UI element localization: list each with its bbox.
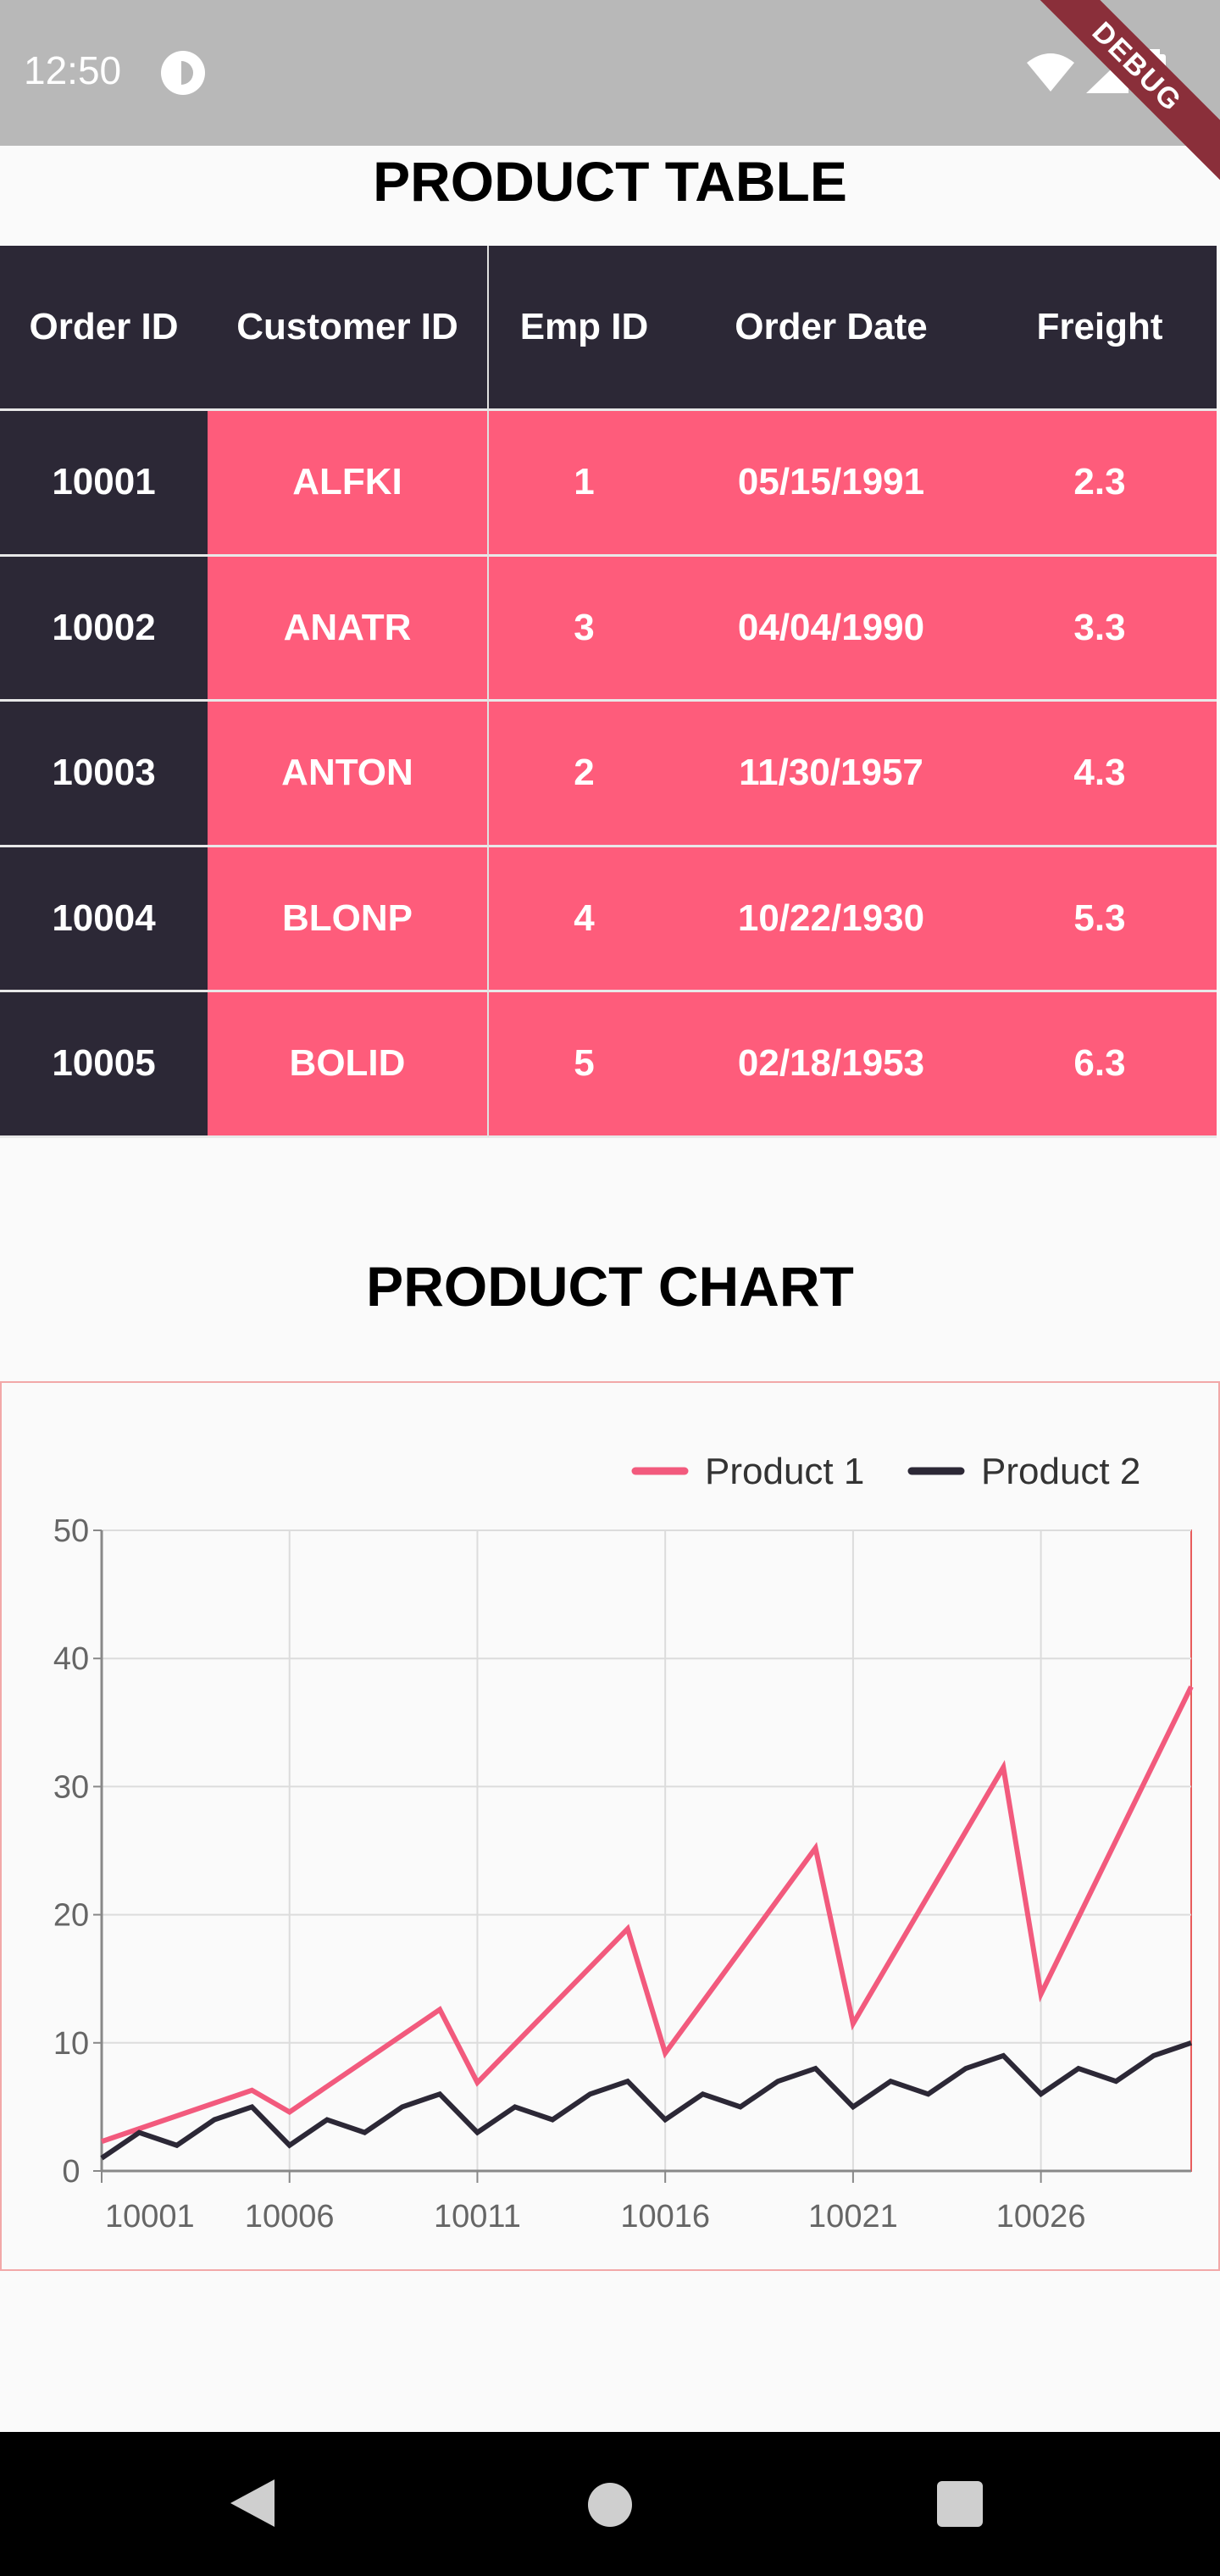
cell-order-date[interactable]: 02/18/1953: [679, 992, 983, 1138]
table-row[interactable]: 10003 ANTON 2 11/30/1957 4.3: [0, 702, 1217, 847]
wifi-icon: [1027, 53, 1074, 92]
column-header-freight[interactable]: Freight: [983, 246, 1217, 411]
chart-title: PRODUCT CHART: [366, 1255, 854, 1318]
home-icon[interactable]: [588, 2483, 632, 2527]
table-row[interactable]: 10001 ALFKI 1 05/15/1991 2.3: [0, 411, 1217, 557]
cell-customer-id[interactable]: BLONP: [208, 847, 489, 992]
chart-canvas[interactable]: 0 10 20 30 40 50 10001 10006 10011 10016 10021 1002…: [2, 1383, 1218, 2269]
cell-order-date[interactable]: 05/15/1991: [679, 411, 983, 557]
legend-label-product-2: Product 2: [981, 1451, 1140, 1492]
recents-icon[interactable]: [937, 2481, 983, 2527]
x-tick-label: 10021: [808, 2199, 898, 2235]
x-tick-label: 10001: [105, 2199, 195, 2235]
table-header-row: Order ID Customer ID Emp ID Order Date F…: [0, 246, 1217, 411]
x-tick-label: 10016: [620, 2199, 710, 2235]
cell-customer-id[interactable]: ANTON: [208, 702, 489, 847]
cell-order-id[interactable]: 10005: [0, 992, 208, 1138]
y-tick-label: 10: [53, 2026, 89, 2062]
status-time: 12:50: [24, 48, 122, 92]
y-tick-label: 40: [53, 1641, 89, 1677]
cell-order-id[interactable]: 10001: [0, 411, 208, 557]
y-tick-label: 20: [53, 1898, 89, 1934]
cell-emp-id[interactable]: 1: [489, 411, 679, 557]
cell-order-id[interactable]: 10003: [0, 702, 208, 847]
cell-order-date[interactable]: 04/04/1990: [679, 556, 983, 702]
x-tick-label: 10006: [245, 2199, 335, 2235]
column-header-customer-id[interactable]: Customer ID: [208, 246, 489, 411]
cell-freight[interactable]: 2.3: [983, 411, 1217, 557]
cell-emp-id[interactable]: 4: [489, 847, 679, 992]
back-icon[interactable]: [230, 2479, 274, 2527]
cell-emp-id[interactable]: 3: [489, 556, 679, 702]
cell-emp-id[interactable]: 2: [489, 702, 679, 847]
plot-area-border: [101, 1530, 1192, 2172]
legend-label-product-1: Product 1: [705, 1451, 864, 1492]
x-tick-label: 10026: [996, 2199, 1086, 2235]
app-notification-icon: [161, 51, 205, 95]
status-bar: 12:50 DEBUG: [0, 0, 1220, 184]
x-tick-label: 10011: [434, 2199, 521, 2235]
y-tick-label: 0: [62, 2154, 80, 2190]
table-title: PRODUCT TABLE: [373, 150, 847, 213]
y-tick-label: 30: [53, 1769, 89, 1805]
product-chart[interactable]: 0 10 20 30 40 50 10001 10006 10011 10016 10021 1002…: [0, 1381, 1220, 2271]
column-header-emp-id[interactable]: Emp ID: [489, 246, 679, 411]
cell-order-date[interactable]: 11/30/1957: [679, 702, 983, 847]
y-tick-label: 50: [53, 1513, 89, 1549]
table-row[interactable]: 10002 ANATR 3 04/04/1990 3.3: [0, 556, 1217, 702]
table-row[interactable]: 10004 BLONP 4 10/22/1930 5.3: [0, 847, 1217, 992]
cell-freight[interactable]: 5.3: [983, 847, 1217, 992]
cell-customer-id[interactable]: ANATR: [208, 556, 489, 702]
cell-order-date[interactable]: 10/22/1930: [679, 847, 983, 992]
cell-customer-id[interactable]: ALFKI: [208, 411, 489, 557]
column-header-order-id[interactable]: Order ID: [0, 246, 208, 411]
system-nav-bar: [0, 2432, 1220, 2576]
cell-freight[interactable]: 3.3: [983, 556, 1217, 702]
cell-order-id[interactable]: 10002: [0, 556, 208, 702]
cell-freight[interactable]: 4.3: [983, 702, 1217, 847]
cell-order-id[interactable]: 10004: [0, 847, 208, 992]
cell-freight[interactable]: 6.3: [983, 992, 1217, 1138]
cell-customer-id[interactable]: BOLID: [208, 992, 489, 1138]
column-header-order-date[interactable]: Order Date: [679, 246, 983, 411]
table-row[interactable]: 10005 BOLID 5 02/18/1953 6.3: [0, 992, 1217, 1138]
product-table: Order ID Customer ID Emp ID Order Date F…: [0, 246, 1217, 1138]
cell-emp-id[interactable]: 5: [489, 992, 679, 1138]
